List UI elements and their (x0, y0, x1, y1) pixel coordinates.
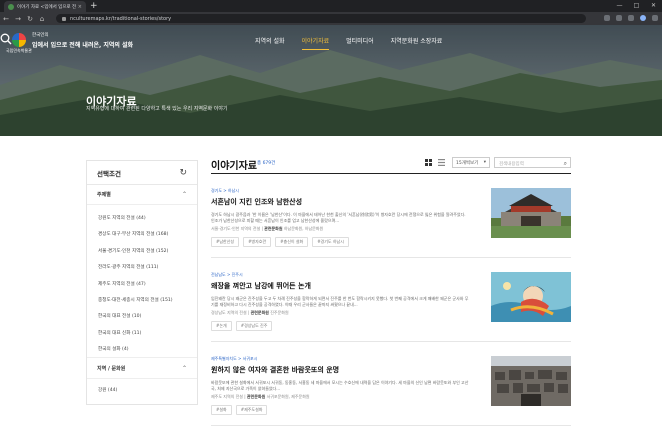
chevron-down-icon: ▾ (483, 160, 486, 165)
story-card[interactable]: 경기도 > 하남시 서흔남이 지킨 인조와 남한산성 경기도 하남시 광주읍과 … (211, 174, 571, 258)
extensions-area (604, 15, 658, 21)
browser-tab-bar: 이야기 자료 <입에서 입으로 전해... × + — □ ✕ (0, 0, 662, 12)
filter-sidebar: 선택조건 ↻ 주제별 ⌃ 강원도 지역의 전설 (44) 경상도 대구·부산 지… (86, 160, 198, 405)
new-tab-button[interactable]: + (90, 0, 98, 12)
filter-option[interactable]: 강원 (44) (98, 387, 117, 393)
tag[interactable]: #충신이 설화 (275, 236, 309, 247)
filter-option[interactable]: 강원도 지역의 전설 (44) (98, 211, 197, 227)
tag[interactable]: #제주도설화 (235, 404, 268, 415)
list-view-icon[interactable] (438, 159, 445, 166)
filter-option[interactable]: 충청도·대전·세종시 지역의 전설 (151) (98, 293, 197, 309)
site-name[interactable]: 한국인의 입에서 입으로 전해 내려온, 지역의 설화 (32, 32, 133, 49)
grid-view-icon[interactable] (425, 159, 432, 166)
extension-icon[interactable] (604, 15, 610, 21)
extension-icon[interactable] (616, 15, 622, 21)
filter-option[interactable]: 한국의 대표 전설 (10) (98, 309, 197, 325)
address-bar-row: ← → ↻ ⌂ nculturemaps.kr/traditional-stor… (0, 12, 662, 25)
nav-item-cultural-center-archives[interactable]: 지역문화원 소장자료 (391, 36, 443, 45)
filter-option[interactable]: 한국의 대표 신화 (11) (98, 326, 197, 342)
illustration-thumbnail[interactable] (491, 272, 571, 322)
maximize-button[interactable]: □ (628, 0, 645, 12)
card-meta-org: 하남문화원, 하남문화원 (283, 225, 324, 231)
card-meta-org-label: 관련문화원 (264, 225, 283, 231)
card-meta-org: 진주문화원 (270, 309, 289, 315)
tab-close-icon[interactable]: × (78, 4, 82, 10)
logo-caption: 국립민속박물관 (6, 48, 32, 53)
reload-icon[interactable]: ↻ (24, 15, 36, 23)
nav-item-story-materials[interactable]: 이야기자료 (301, 36, 329, 50)
extension-icon[interactable] (628, 15, 634, 21)
tag[interactable]: #경기도 하남시 (312, 236, 349, 247)
main-navigation: 지역의 설화 이야기자료 멀티미디어 지역문화원 소장자료 (255, 36, 443, 50)
chevron-up-icon[interactable]: ⌃ (182, 191, 187, 198)
filter-option[interactable]: 전라도·광주 지역의 전설 (111) (98, 260, 197, 276)
filter-section-theme[interactable]: 주제별 ⌃ (87, 185, 197, 205)
page-description: 지역유형에 대하여 관련된 다양하고 특색 있는 우리 지역문화 이야기 (86, 106, 228, 112)
filter-header: 선택조건 ↻ (87, 161, 197, 185)
card-meta-region: 경상남도 지역의 전설 (211, 309, 247, 315)
tag[interactable]: #논개 (211, 320, 232, 331)
menu-icon[interactable] (652, 15, 658, 21)
filter-option[interactable]: 경상도 대구·부산 지역의 전설 (168) (98, 227, 197, 243)
back-icon[interactable]: ← (0, 15, 12, 23)
theme-filter-list: 강원도 지역의 전설 (44) 경상도 대구·부산 지역의 전설 (168) 서… (87, 205, 197, 359)
search-placeholder: 검색내용입력 (499, 161, 524, 167)
home-icon[interactable]: ⌂ (36, 15, 48, 23)
lock-icon (62, 16, 66, 21)
chevron-up-icon[interactable]: ⌃ (182, 365, 187, 372)
card-description: 임진왜란 당시 왜군은 진주성을 두고 두 차례 진주성을 함락하게 되면서 진… (211, 296, 469, 308)
card-meta-org-label: 관련문화원 (246, 393, 266, 399)
refresh-icon[interactable]: ↻ (179, 168, 187, 178)
nav-item-multimedia[interactable]: 멀티미디어 (346, 36, 374, 45)
site-logo-icon[interactable] (12, 33, 26, 47)
card-tags: #논개 #경상남도 진주 (211, 320, 571, 331)
search-input[interactable]: 검색내용입력 ⌕ (494, 157, 571, 168)
page-size-select[interactable]: 15개씩보기 ▾ (452, 157, 490, 168)
tag[interactable]: #병자호란 (243, 236, 272, 247)
tag[interactable]: #설화 (211, 404, 232, 415)
close-window-button[interactable]: ✕ (645, 0, 662, 12)
tag[interactable]: #경상남도 진주 (235, 320, 273, 331)
minimize-button[interactable]: — (611, 0, 628, 12)
list-title: 이야기자료 (211, 161, 257, 172)
forward-icon[interactable]: → (12, 15, 24, 23)
url-field[interactable]: nculturemaps.kr/traditional-stories/stor… (56, 14, 586, 23)
search-icon[interactable]: ⌕ (564, 160, 567, 168)
filter-option[interactable]: 서울·경기도·인천 지역의 전설 (152) (98, 244, 197, 260)
card-meta-region: 서울·경기도·인천 지역의 전설 (211, 225, 261, 231)
result-count: 총 679건 (257, 161, 276, 166)
card-description: 바람웃또에 관한 설화에서 서귀포시 서귀동, 동홍동, 서홍동 세 마을에서 … (211, 380, 469, 392)
site-subtitle: 한국인의 (32, 33, 49, 38)
hero-banner: 국립민속박물관 한국인의 입에서 입으로 전해 내려온, 지역의 설화 지역의 … (0, 25, 662, 136)
story-card[interactable]: 전남남도 > 진주시 왜장을 껴안고 남강에 뛰어든 논개 임진왜란 당시 왜군… (211, 258, 571, 342)
search-icon[interactable] (0, 33, 12, 45)
nav-item-regional-tales[interactable]: 지역의 설화 (255, 36, 285, 45)
site-favicon-icon (8, 3, 14, 10)
filter-option[interactable]: 제주도 지역의 전설 (47) (98, 277, 197, 293)
site-title: 입에서 입으로 전해 내려온, 지역의 설화 (32, 42, 134, 49)
card-description: 경기도 하남시 광주읍과 '한 이름은 '남한산'이다. 이 마을에서 태어난 … (211, 212, 466, 224)
fortress-gate-thumbnail[interactable] (491, 188, 571, 238)
browser-tab[interactable]: 이야기 자료 <입에서 입으로 전해... × (4, 1, 86, 12)
card-meta-org-label: 관련문화원 (250, 309, 269, 315)
filter-section-title: 지역 / 문화원 (97, 365, 126, 372)
card-meta-region: 제주도 지역의 전설 (211, 393, 243, 399)
profile-avatar-icon[interactable] (640, 15, 646, 21)
url-text: nculturemaps.kr/traditional-stories/stor… (70, 15, 172, 22)
tab-title: 이야기 자료 <입에서 입으로 전해... (17, 4, 76, 10)
card-tags: #남한산성 #병자호란 #충신이 설화 #경기도 하남시 (211, 236, 571, 247)
card-meta-org: 서귀포문화원, 제주문화원 (266, 393, 310, 399)
filter-section-region[interactable]: 지역 / 문화원 ⌃ (87, 357, 197, 379)
page-size-value: 15개씩보기 (456, 161, 479, 166)
filter-section-title: 주제별 (97, 192, 111, 198)
card-tags: #설화 #제주도설화 (211, 404, 571, 415)
story-card[interactable]: 제주특별자치도 > 서귀포시 원하지 않은 여자와 결혼한 바람웃또의 운명 바… (211, 342, 571, 426)
window-controls: — □ ✕ (611, 0, 662, 12)
stone-wall-thumbnail[interactable] (491, 356, 571, 406)
filter-title: 선택조건 (97, 169, 121, 178)
tag[interactable]: #남한산성 (211, 236, 240, 247)
